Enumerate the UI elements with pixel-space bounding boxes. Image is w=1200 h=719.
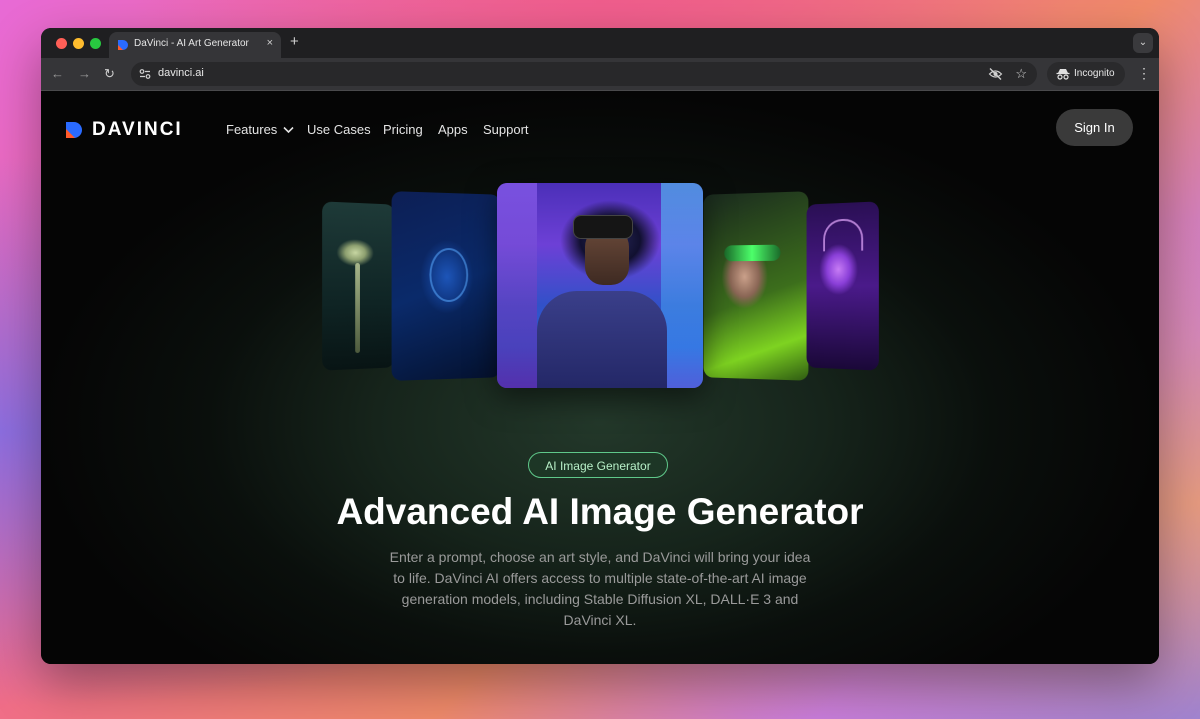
vr-visor (573, 215, 633, 239)
davinci-favicon-icon (118, 40, 128, 50)
sample-image-green-jacket (703, 191, 809, 381)
tab-title: DaVinci - AI Art Generator (134, 38, 249, 49)
site-settings-icon[interactable] (138, 67, 152, 81)
new-tab-button[interactable]: + (290, 33, 299, 51)
hero-description: Enter a prompt, choose an art style, and… (389, 549, 811, 628)
sample-image-neon-face (391, 191, 501, 381)
davinci-logo-icon (66, 122, 82, 138)
sample-image-purple-deer (806, 201, 879, 371)
tab-search-button[interactable]: ⌄ (1133, 33, 1153, 53)
neon-building-right (661, 183, 703, 388)
close-window-button[interactable] (56, 38, 67, 49)
mushroom-stem (355, 262, 360, 354)
hoodie (537, 291, 667, 388)
reload-button[interactable]: ↻ (104, 66, 115, 82)
page-content: DAVINCI Features Use Cases Pricing Apps … (41, 91, 1159, 664)
hero-title: Advanced AI Image Generator (336, 491, 864, 532)
incognito-icon (1056, 69, 1070, 80)
incognito-label: Incognito (1074, 68, 1115, 79)
chevron-down-icon[interactable] (283, 126, 294, 134)
eye-slash-icon[interactable] (988, 67, 1003, 81)
incognito-indicator[interactable]: Incognito (1047, 62, 1125, 86)
back-button[interactable]: ← (51, 66, 64, 82)
nav-apps[interactable]: Apps (438, 121, 468, 139)
neon-face-outline (429, 247, 469, 303)
browser-window: DaVinci - AI Art Generator × + ⌄ ← → ↻ d… (41, 28, 1159, 664)
logo-text: DAVINCI (92, 119, 183, 140)
sample-image-mushroom (322, 201, 395, 371)
hero-badge: AI Image Generator (528, 452, 668, 478)
sign-in-button[interactable]: Sign In (1056, 109, 1133, 146)
sample-image-vr-headset (497, 183, 703, 388)
deer-antlers (823, 218, 864, 252)
green-glasses (724, 244, 781, 262)
nav-features[interactable]: Features (226, 121, 277, 139)
nav-use-cases[interactable]: Use Cases (307, 121, 371, 139)
url-text: davinci.ai (158, 67, 204, 79)
browser-menu-icon[interactable]: ⋮ (1137, 65, 1151, 81)
minimize-window-button[interactable] (73, 38, 84, 49)
bookmark-star-icon[interactable]: ☆ (1015, 66, 1027, 82)
address-bar[interactable]: davinci.ai ☆ (131, 62, 1037, 86)
tab-close-icon[interactable]: × (267, 37, 273, 49)
neon-building-left (497, 183, 537, 388)
maximize-window-button[interactable] (90, 38, 101, 49)
nav-support[interactable]: Support (483, 121, 529, 139)
forward-button[interactable]: → (78, 66, 91, 82)
nav-pricing[interactable]: Pricing (383, 121, 423, 139)
tab-strip: DaVinci - AI Art Generator × + ⌄ (41, 28, 1159, 58)
browser-toolbar: ← → ↻ davinci.ai ☆ Incognito ⋮ (41, 58, 1159, 90)
browser-tab-active[interactable]: DaVinci - AI Art Generator × (109, 32, 281, 58)
